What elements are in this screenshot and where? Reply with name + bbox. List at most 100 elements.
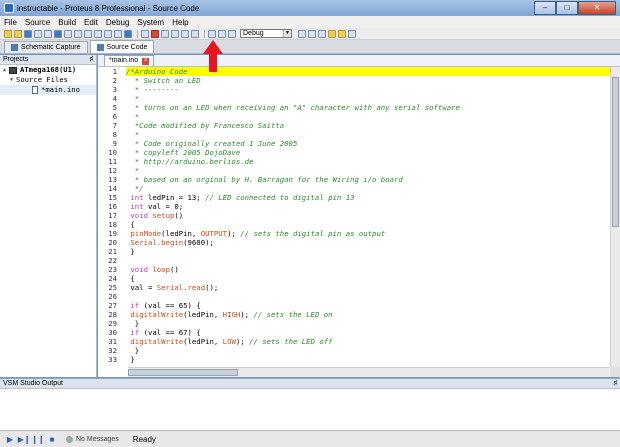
code-line[interactable]: 2 * Switch an LED <box>98 76 610 85</box>
play-icon[interactable]: ▶ <box>4 434 16 444</box>
find-icon[interactable] <box>298 29 306 38</box>
minimize-button[interactable]: – <box>534 1 556 15</box>
menu-edit[interactable]: Edit <box>84 18 98 27</box>
pause-icon[interactable]: ❙❙ <box>31 434 44 444</box>
new-project-icon[interactable] <box>4 29 12 38</box>
home-page-icon[interactable] <box>44 29 52 38</box>
code-line[interactable]: 4 * <box>98 94 610 103</box>
bom-icon[interactable] <box>94 29 102 38</box>
code-line[interactable]: 29 } <box>98 319 610 328</box>
open-project-icon[interactable] <box>14 29 22 38</box>
open-file-icon[interactable] <box>171 29 179 38</box>
code-line[interactable]: 33 } <box>98 355 610 364</box>
stop-build-icon[interactable] <box>228 29 236 38</box>
scroll-thumb[interactable] <box>128 369 238 376</box>
close-icon[interactable]: × <box>142 57 150 65</box>
menu-system[interactable]: System <box>137 18 164 27</box>
new-file-icon[interactable] <box>161 29 169 38</box>
close-button[interactable]: ✕ <box>578 1 616 15</box>
code-line[interactable]: 27 if (val == 65) { <box>98 301 610 310</box>
copy-icon[interactable] <box>141 29 149 38</box>
code-line[interactable]: 32 } <box>98 346 610 355</box>
code-line[interactable]: 22 <box>98 256 610 265</box>
horizontal-scrollbar[interactable] <box>128 367 610 377</box>
toolbar: Debug ▼ <box>0 28 620 40</box>
doc-tab-main[interactable]: *main.ino × <box>104 55 155 66</box>
tab-label: Source Code <box>106 43 148 51</box>
code-line[interactable]: 17 void setup() <box>98 211 610 220</box>
line-number: 18 <box>108 220 117 229</box>
code-line[interactable]: 18 { <box>98 220 610 229</box>
tab-source-code[interactable]: Source Code <box>89 40 155 53</box>
schematic-icon[interactable] <box>54 29 62 38</box>
bookmark-icon[interactable] <box>328 29 336 38</box>
menu-bar: File Source Build Edit Debug System Help <box>0 16 620 28</box>
code-line[interactable]: 13 * based on an orginal by H. Barragan … <box>98 175 610 184</box>
menu-build[interactable]: Build <box>58 18 76 27</box>
menu-file[interactable]: File <box>4 18 17 27</box>
code-line[interactable]: 11 * http://arduino.berlios.de <box>98 157 610 166</box>
maximize-button[interactable]: □ <box>556 1 578 15</box>
pin-icon[interactable]: ♯ <box>90 55 94 65</box>
redo-icon[interactable] <box>318 29 326 38</box>
code-line[interactable]: 7 *Code modified by Francesco Saitta <box>98 121 610 130</box>
code-editor[interactable]: 1/*Arduino Code 2 * Switch an LED 3 * ----… <box>98 67 610 367</box>
code-line[interactable]: 28 digitalWrite(ledPin, HIGH); // sets t… <box>98 310 610 319</box>
code-line[interactable]: 30 if (val == 67) { <box>98 328 610 337</box>
pin-icon[interactable]: ♯ <box>614 379 618 389</box>
tab-schematic-capture[interactable]: Schematic Capture <box>4 41 88 53</box>
design-explorer-icon[interactable] <box>104 29 112 38</box>
status-bar: ▶ ▶❙ ❙❙ ■ No Messages Ready <box>0 430 620 447</box>
undo-icon[interactable] <box>308 29 316 38</box>
build-config-select[interactable]: Debug ▼ <box>240 29 292 38</box>
scroll-thumb[interactable] <box>612 77 619 227</box>
code-line[interactable]: 20 Serial.begin(9600); <box>98 238 610 247</box>
code-line[interactable]: 14 */ <box>98 184 610 193</box>
code-line[interactable]: 9 * Code originally created 1 June 2005 <box>98 139 610 148</box>
code-line[interactable]: 19 pinMode(ledPin, OUTPUT); // sets the … <box>98 229 610 238</box>
3d-viewer-icon[interactable] <box>84 29 92 38</box>
save-project-icon[interactable] <box>24 29 32 38</box>
menu-debug[interactable]: Debug <box>106 18 130 27</box>
stop-icon[interactable]: ■ <box>46 434 58 444</box>
tree-item-device[interactable]: ▲ ATmega168(U1) <box>0 65 96 75</box>
menu-source[interactable]: Source <box>25 18 50 27</box>
code-line[interactable]: 25 val = Serial.read(); <box>98 283 610 292</box>
rebuild-project-icon[interactable] <box>218 29 226 38</box>
code-line[interactable]: 15 int ledPin = 13; // LED connected to … <box>98 193 610 202</box>
code-line[interactable]: 16 int val = 0; <box>98 202 610 211</box>
chevron-down-icon: ▼ <box>283 30 291 37</box>
tree-item-source-files[interactable]: ▼ Source Files <box>0 75 96 85</box>
help-icon[interactable] <box>124 29 132 38</box>
next-bookmark-icon[interactable] <box>338 29 346 38</box>
tree-item-file[interactable]: *main.ino <box>0 85 96 95</box>
line-number: 24 <box>108 274 117 283</box>
gerber-icon[interactable] <box>74 29 82 38</box>
build-project-icon[interactable] <box>208 29 216 38</box>
code-line[interactable]: 23 void loop() <box>98 265 610 274</box>
indent-icon[interactable] <box>348 29 356 38</box>
source-code-icon[interactable] <box>114 29 122 38</box>
menu-help[interactable]: Help <box>172 18 188 27</box>
code-line[interactable]: 12 * <box>98 166 610 175</box>
close-project-icon[interactable] <box>34 29 42 38</box>
line-number: 26 <box>108 292 117 301</box>
vertical-scrollbar[interactable] <box>610 67 620 367</box>
code-line[interactable]: 26 <box>98 292 610 301</box>
pcb-layout-icon[interactable] <box>64 29 72 38</box>
code-line[interactable]: 5 * turns on an LED when receiving an "A… <box>98 103 610 112</box>
print-icon[interactable] <box>191 29 199 38</box>
code-line[interactable]: 3 * -------- <box>98 85 610 94</box>
code-line[interactable]: 21 } <box>98 247 610 256</box>
delete-icon[interactable] <box>151 29 159 38</box>
code-line[interactable]: 8 * <box>98 130 610 139</box>
code-line[interactable]: 6 * <box>98 112 610 121</box>
line-number: 6 <box>112 112 117 121</box>
code-line[interactable]: 31 digitalWrite(ledPin, LOW); // sets th… <box>98 337 610 346</box>
code-line[interactable]: 1 /*Arduino Code <box>98 67 610 76</box>
code-line[interactable]: 10 * copyleft 2005 DojoDave <box>98 148 610 157</box>
step-icon[interactable]: ▶❙ <box>18 434 31 444</box>
messages-status[interactable]: No Messages <box>76 436 119 443</box>
save-file-icon[interactable] <box>181 29 189 38</box>
code-line[interactable]: 24 { <box>98 274 610 283</box>
